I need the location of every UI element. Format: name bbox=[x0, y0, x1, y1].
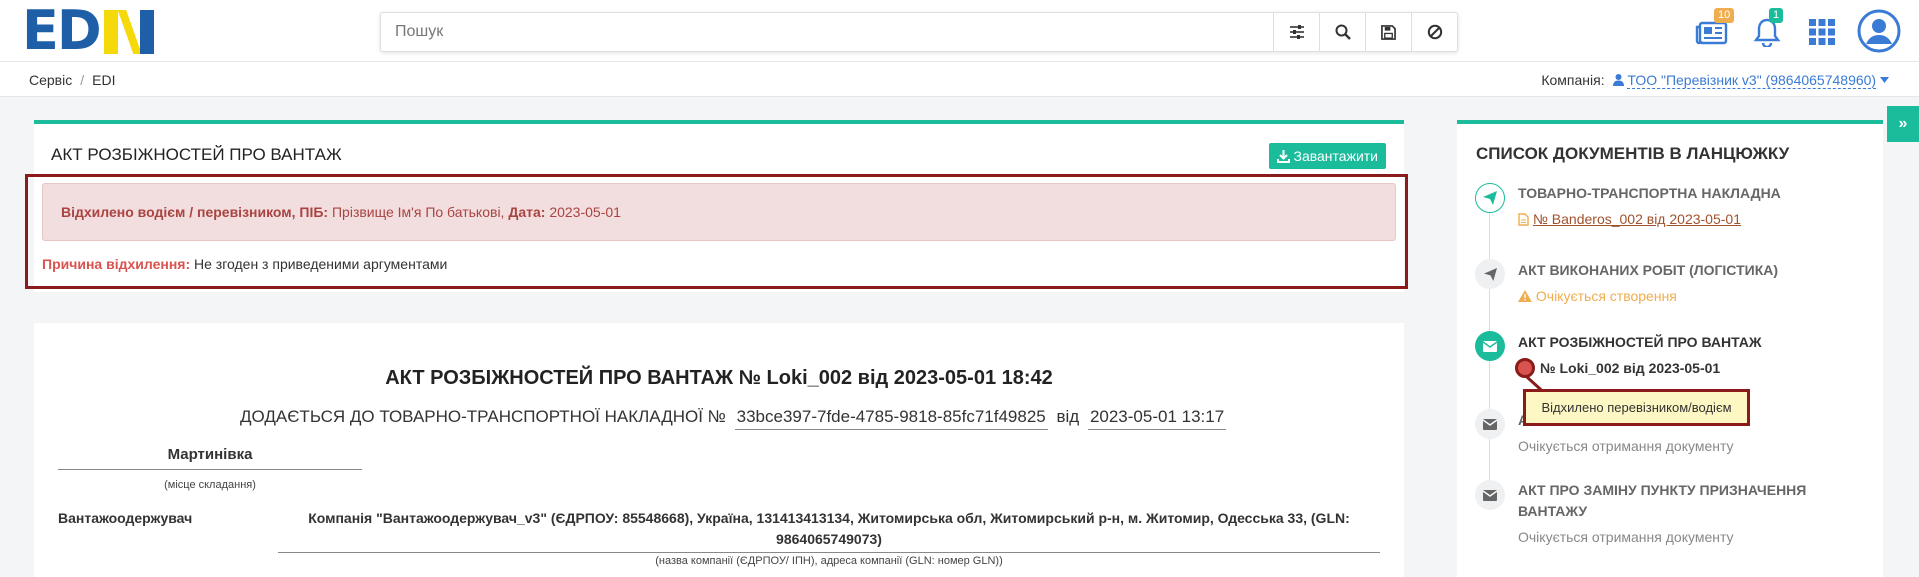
company-selector[interactable]: Компанія: ТОО "Перевізник v3" (986406574… bbox=[1541, 72, 1889, 89]
search-input[interactable] bbox=[381, 13, 1273, 51]
paper-plane-icon bbox=[1483, 191, 1497, 205]
place-of-issue: Мартинівка bbox=[58, 446, 362, 470]
notifications-count-badge: 1 bbox=[1769, 8, 1784, 23]
news-button[interactable]: 10 bbox=[1692, 8, 1735, 52]
filter-settings-button[interactable] bbox=[1273, 13, 1319, 51]
chain-item-2-sub[interactable]: № Loki_002 від 2023-05-01 bbox=[1540, 360, 1720, 376]
chain-item-3-status: Очікується отримання документу bbox=[1518, 438, 1734, 454]
user-avatar-button[interactable] bbox=[1856, 8, 1902, 54]
collapse-panel-button[interactable]: » bbox=[1887, 106, 1919, 142]
chain-item-4-node bbox=[1475, 480, 1505, 510]
search-button[interactable] bbox=[1319, 13, 1365, 51]
top-bar: ED Пошук 10 1 bbox=[0, 0, 1919, 62]
place-of-issue-caption: (місце складання) bbox=[164, 479, 256, 491]
document-type-title: АКТ РОЗБІЖНОСТЕЙ ПРО ВАНТАЖ bbox=[51, 145, 342, 164]
chain-item-3-node bbox=[1475, 409, 1505, 439]
document-title: АКТ РОЗБІЖНОСТЕЙ ПРО ВАНТАЖ № Loki_002 в… bbox=[385, 367, 1053, 389]
chain-item-0-sub[interactable]: № Banderos_002 від 2023-05-01 bbox=[1518, 211, 1741, 227]
breadcrumb-row: Сервіс / EDI Компанія: ТОО "Перевізник v3"… bbox=[0, 62, 1919, 97]
save-icon bbox=[1381, 24, 1396, 40]
company-value[interactable]: ТОО "Перевізник v3" (9864065748960) bbox=[1627, 72, 1877, 89]
attached-waybill-line: ДОДАЄТЬСЯ ДО ТОВАРНО-ТРАНСПОРТНОЇ НАКЛАД… bbox=[240, 407, 1230, 430]
filter-settings-icon bbox=[1289, 25, 1304, 39]
search-bar bbox=[380, 12, 1458, 52]
attached-waybill-date: 2023-05-01 13:17 bbox=[1087, 407, 1227, 430]
attached-waybill-from: від bbox=[1056, 407, 1080, 426]
breadcrumb-item-edi[interactable]: EDI bbox=[92, 72, 115, 88]
document-header: АКТ РОЗБІЖНОСТЕЙ ПРО ВАНТАЖ Завантажити bbox=[34, 120, 1404, 175]
news-count-badge: 10 bbox=[1714, 8, 1735, 23]
receiver-caption: (назва компанії (ЄДРПОУ/ ІПН), адреса ко… bbox=[655, 555, 1003, 567]
save-search-button[interactable] bbox=[1365, 13, 1411, 51]
receiver-label: Вантажоодержувач bbox=[58, 510, 193, 526]
double-chevron-right-icon: » bbox=[1898, 115, 1908, 132]
rejection-highlight-frame bbox=[25, 174, 1408, 289]
rejected-status-tooltip: Відхилено перевізником/водієм bbox=[1523, 389, 1750, 426]
chain-item-4-title-line2[interactable]: ВАНТАЖУ bbox=[1518, 503, 1587, 519]
envelope-icon bbox=[1483, 340, 1497, 352]
chain-item-4-status: Очікується отримання документу bbox=[1518, 529, 1734, 545]
chain-item-1-status: Очікується створення bbox=[1518, 288, 1677, 304]
chain-item-2-title[interactable]: АКТ РОЗБІЖНОСТЕЙ ПРО ВАНТАЖ bbox=[1518, 334, 1762, 350]
download-icon bbox=[1276, 149, 1290, 163]
clear-search-button[interactable] bbox=[1411, 13, 1457, 51]
chain-item-0-link[interactable]: № Banderos_002 від 2023-05-01 bbox=[1533, 211, 1741, 227]
attached-waybill-number: 33bce397-7fde-4785-9818-85fc71f49825 bbox=[734, 407, 1048, 430]
envelope-icon bbox=[1483, 418, 1497, 430]
rejected-status-dot[interactable] bbox=[1515, 358, 1535, 378]
user-icon bbox=[1612, 74, 1624, 86]
paper-plane-icon bbox=[1483, 267, 1497, 281]
search-icon bbox=[1335, 24, 1351, 40]
receiver-value: Компанія "Вантажоодержувач_v3" (ЄДРПОУ: … bbox=[278, 508, 1380, 553]
download-button[interactable]: Завантажити bbox=[1268, 143, 1386, 169]
chain-item-1-title[interactable]: АКТ ВИКОНАНИХ РОБІТ (ЛОГІСТИКА) bbox=[1518, 262, 1778, 278]
logo-mark bbox=[103, 6, 160, 56]
notifications-button[interactable]: 1 bbox=[1747, 8, 1787, 52]
breadcrumb-separator: / bbox=[80, 72, 85, 88]
company-label: Компанія: bbox=[1541, 72, 1605, 88]
chain-item-4-title[interactable]: АКТ ПРО ЗАМІНУ ПУНКТУ ПРИЗНАЧЕННЯ bbox=[1518, 482, 1806, 498]
breadcrumb: Сервіс / EDI bbox=[29, 72, 115, 88]
chain-item-0-title[interactable]: ТОВАРНО-ТРАНСПОРТНА НАКЛАДНА bbox=[1518, 185, 1781, 201]
caret-down-icon bbox=[1880, 77, 1889, 83]
cancel-icon bbox=[1427, 24, 1442, 40]
chain-item-1-status-text: Очікується створення bbox=[1535, 288, 1677, 304]
warning-icon bbox=[1518, 290, 1532, 302]
edin-logo[interactable]: ED bbox=[22, 4, 160, 58]
user-avatar-icon bbox=[1857, 9, 1901, 53]
chain-item-0-node bbox=[1475, 183, 1505, 213]
chain-item-1-node bbox=[1475, 259, 1505, 289]
apps-grid-icon bbox=[1809, 19, 1835, 45]
file-icon bbox=[1518, 213, 1529, 226]
chain-item-2-number[interactable]: № Loki_002 від 2023-05-01 bbox=[1540, 360, 1720, 376]
envelope-icon bbox=[1483, 489, 1497, 501]
apps-button[interactable] bbox=[1802, 12, 1842, 52]
document-chain-title: СПИСОК ДОКУМЕНТІВ В ЛАНЦЮЖКУ bbox=[1476, 144, 1790, 163]
download-label: Завантажити bbox=[1293, 148, 1379, 164]
chain-item-2-node bbox=[1475, 331, 1505, 361]
attached-waybill-prefix: ДОДАЄТЬСЯ ДО ТОВАРНО-ТРАНСПОРТНОЇ НАКЛАД… bbox=[240, 407, 726, 426]
breadcrumb-item-service[interactable]: Сервіс bbox=[29, 72, 72, 88]
